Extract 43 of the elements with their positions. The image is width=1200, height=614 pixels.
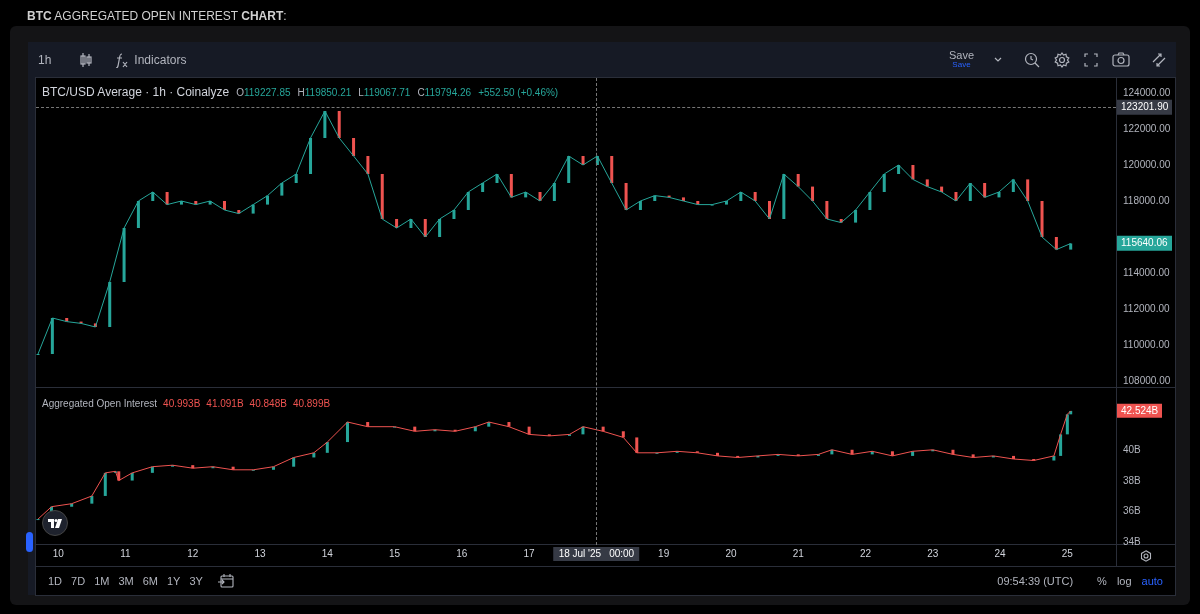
axis-label: 12 — [187, 549, 199, 559]
axis-label: 20 — [725, 549, 737, 559]
axis-label: 13 — [254, 549, 266, 559]
axis-label: 16 — [456, 549, 468, 559]
axis-label: 25 — [1061, 549, 1073, 559]
axis-label: 24 — [994, 549, 1006, 559]
ohlc-value: C119794.26 — [417, 85, 472, 100]
axis-label: 14 — [321, 549, 333, 559]
axis-label: 17 — [523, 549, 535, 559]
series-title: BTC/USD Average · 1h · Coinalyze — [42, 84, 230, 101]
axis-label: 114000.00 — [1123, 268, 1170, 278]
crosshair-value-badge: 123201.90 — [1117, 100, 1173, 115]
axis-label: 112000.00 — [1123, 304, 1170, 314]
axis-label: 118000.00 — [1123, 196, 1170, 206]
axis-label: 15 — [389, 549, 401, 559]
ohlc-value: O119227.85 — [236, 85, 291, 100]
axis-label: 11 — [120, 549, 131, 559]
ohlc-value: 40.993B — [163, 397, 201, 411]
last-value-badge: 115640.06 — [1117, 236, 1172, 251]
last-value-badge: 42.524B — [1117, 403, 1163, 419]
ohlc-value: L119067.71 — [358, 85, 411, 100]
ohlc-value: H119850.21 — [297, 85, 352, 100]
axis-label: 36B — [1123, 506, 1141, 517]
axis-label: 40B — [1123, 444, 1141, 455]
ohlc-value: 41.091B — [206, 397, 244, 411]
crosshair-time-badge: 18 Jul '25 00:00 — [553, 547, 640, 561]
change-value: +552.50 (+0.46%) — [478, 85, 559, 100]
axis-label: 34B — [1123, 537, 1141, 548]
axis-label: 10 — [52, 549, 64, 559]
axis-label: 120000.00 — [1123, 160, 1171, 170]
axis-label: 124000.00 — [1123, 88, 1171, 98]
axis-label: 19 — [658, 549, 670, 559]
axis-label: 22 — [859, 549, 872, 559]
axis-label: 23 — [927, 549, 939, 559]
ohlc-value: 40.899B — [292, 397, 331, 411]
axis-label: 38B — [1123, 475, 1141, 486]
ohlc-value: 40.848B — [249, 397, 287, 411]
axis-label: 21 — [792, 549, 804, 559]
axis-label: 108000.00 — [1123, 376, 1171, 386]
axis-label: 122000.00 — [1123, 124, 1171, 134]
page-title: BTC AGGREGATED OPEN INTEREST CHART: — [27, 9, 287, 23]
axis-label: 110000.00 — [1123, 340, 1170, 350]
series-title: Aggregated Open Interest — [42, 397, 158, 411]
